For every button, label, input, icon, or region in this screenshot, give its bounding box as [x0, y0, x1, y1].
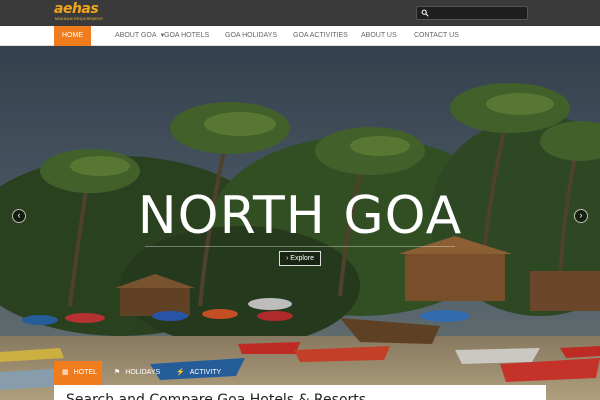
hero-title: NORTH GOA [137, 186, 463, 246]
search-panel-title: Search and Compare Goa Hotels & Resorts [66, 392, 367, 400]
nav-item-contact-us[interactable]: CONTACT US [406, 26, 467, 46]
slider-prev-button[interactable]: ‹ [12, 209, 26, 223]
search-panel: Search and Compare Goa Hotels & Resorts [54, 385, 546, 400]
tab-activity[interactable]: ⚡ ACTIVITY [176, 361, 236, 385]
slider-next-button[interactable]: › [574, 209, 588, 223]
logo-word: aehas [54, 1, 99, 17]
chevron-right-icon: › [285, 255, 289, 262]
nav-item-goa-holidays[interactable]: GOA HOLIDAYS [217, 26, 285, 46]
chevron-left-icon: ‹ [17, 210, 21, 220]
bolt-icon: ⚡ [176, 369, 185, 376]
hero-slider: NORTH GOA › Explore ‹ › [0, 46, 600, 400]
top-bar: aehas MINIMUM REQUIREMENT [0, 0, 600, 26]
search-icon[interactable] [421, 9, 429, 17]
chevron-right-icon: › [579, 210, 583, 220]
hero-divider [145, 246, 455, 247]
nav-item-goa-hotels[interactable]: GOA HOTELS [156, 26, 217, 46]
building-icon: ▦ [62, 369, 69, 376]
tab-holidays[interactable]: ⚑ HOLIDAYS [114, 361, 174, 385]
explore-button[interactable]: › Explore [279, 251, 321, 266]
site-logo[interactable]: aehas MINIMUM REQUIREMENT [54, 1, 104, 23]
nav-item-home[interactable]: HOME [54, 26, 91, 46]
main-nav: HOME ABOUT GOA ▼ GOA HOTELS GOA HOLIDAYS … [0, 26, 600, 46]
booking-tabs: ▦ HOTEL ⚑ HOLIDAYS ⚡ ACTIVITY [54, 361, 546, 385]
nav-item-goa-activities[interactable]: GOA ACTIVITIES [285, 26, 356, 46]
logo-tagline: MINIMUM REQUIREMENT [55, 17, 104, 21]
search-input[interactable] [416, 6, 528, 20]
tab-hotel[interactable]: ▦ HOTEL [54, 361, 102, 385]
nav-item-about-us[interactable]: ABOUT US [353, 26, 405, 46]
flag-icon: ⚑ [114, 369, 121, 376]
